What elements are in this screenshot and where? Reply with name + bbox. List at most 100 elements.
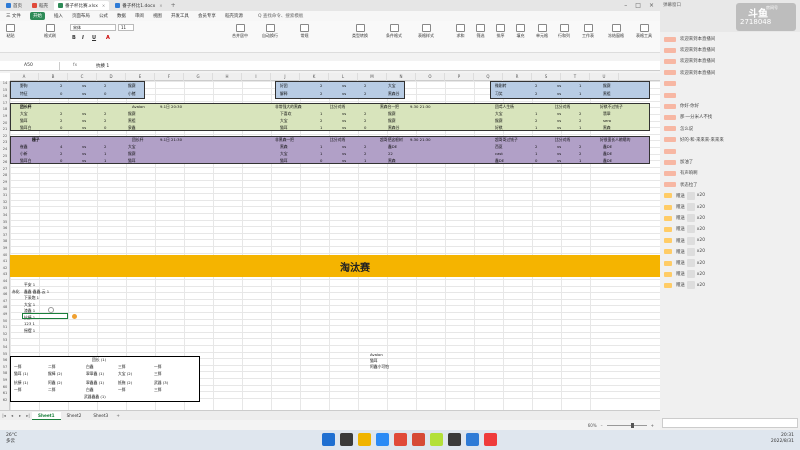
note-line[interactable]: 阿鑫小可怕 [370, 364, 389, 370]
row-header-cell[interactable]: 37 [0, 233, 10, 237]
sum-button[interactable]: 求和 [456, 24, 465, 39]
doc-tab-daoke[interactable]: 稻壳 [28, 1, 52, 10]
bracket-cell[interactable]: 大宝 (2) [118, 371, 132, 377]
match-cell[interactable]: vs [82, 111, 86, 116]
row-header-cell[interactable]: 15 [0, 88, 10, 92]
row-header-cell[interactable]: 17 [0, 101, 10, 105]
row-header-cell[interactable]: 35 [0, 220, 10, 224]
close-icon[interactable]: × [102, 3, 105, 8]
match-cell[interactable]: 2 [320, 91, 322, 96]
player-entry[interactable]: 摇摆 1 [24, 328, 35, 334]
match-cell[interactable]: 22 [388, 151, 393, 156]
match-cell[interactable]: vs [82, 118, 86, 123]
row-header-cell[interactable]: 60 [0, 385, 10, 389]
match-cell[interactable]: 解释 [280, 91, 288, 97]
match-cell[interactable]: 0 [320, 158, 322, 163]
chat-input[interactable] [662, 418, 798, 428]
italic-icon[interactable]: I [82, 35, 84, 41]
doc-tab-home[interactable]: 首页 [2, 1, 26, 10]
block-title[interactable]: 栅子 [32, 137, 40, 143]
row-header-cell[interactable]: 45 [0, 286, 10, 290]
column-header-cell[interactable]: N [387, 73, 416, 81]
row-header-cell[interactable]: 26 [0, 160, 10, 164]
match-cell[interactable]: 大宝 [128, 144, 136, 150]
row-header-cell[interactable]: 14 [0, 81, 10, 85]
add-sheet-icon[interactable]: + [114, 413, 122, 418]
column-header-cell[interactable]: A [10, 73, 39, 81]
match-cell[interactable]: 猴赛 [495, 118, 503, 124]
match-cell[interactable]: 大宝 [280, 118, 288, 124]
bracket-cell[interactable]: 翠翠鑫 (1) [86, 371, 104, 377]
row-header-cell[interactable]: 40 [0, 253, 10, 257]
block-title[interactable]: 比分对线 [555, 104, 570, 110]
bracket-cell[interactable]: 一胖 [154, 364, 162, 370]
column-header-cell[interactable]: J [271, 73, 300, 81]
match-cell[interactable]: 1 [320, 151, 322, 156]
column-header-cell[interactable]: L [329, 73, 358, 81]
match-cell[interactable]: vs [557, 118, 561, 123]
menu-start[interactable]: 开始 [29, 12, 45, 20]
block-title[interactable]: 非常强大的黑森 [275, 104, 302, 110]
bracket-cell[interactable]: 抵拖 (2) [118, 380, 132, 386]
row-header-cell[interactable]: 23 [0, 140, 10, 144]
name-box[interactable]: A50 [0, 61, 60, 70]
column-header-cell[interactable]: S [532, 73, 561, 81]
match-cell[interactable]: vs [342, 83, 346, 88]
bracket-cell[interactable]: 二胖 [48, 364, 56, 370]
match-cell[interactable]: vs [557, 151, 561, 156]
bracket-cell[interactable]: 白鑫 [86, 364, 94, 370]
match-cell[interactable]: vs [82, 125, 86, 130]
row-header-cell[interactable]: 52 [0, 332, 10, 336]
row-header-cell[interactable]: 55 [0, 352, 10, 356]
match-cell[interactable]: 大宝 [388, 83, 396, 89]
row-header-cell[interactable]: 24 [0, 147, 10, 151]
row-header-cell[interactable]: 50 [0, 319, 10, 323]
row-header-cell[interactable]: 38 [0, 239, 10, 243]
match-cell[interactable]: 黑森 [280, 144, 288, 150]
zoom-slider[interactable] [606, 422, 647, 428]
block-title[interactable]: 比分对线 [330, 137, 345, 143]
column-header-cell[interactable]: E [126, 73, 155, 81]
new-tab-icon[interactable]: + [171, 2, 176, 9]
bracket-cell[interactable]: 白鑫 [86, 387, 94, 393]
fill-button[interactable]: 填充 [516, 24, 525, 39]
match-cell[interactable]: 2 [60, 111, 62, 116]
match-cell[interactable]: 大宝 [20, 111, 28, 117]
row-header-cell[interactable]: 59 [0, 378, 10, 382]
fx-icon[interactable]: fx [60, 63, 90, 68]
row-header-cell[interactable]: 44 [0, 279, 10, 283]
column-header-cell[interactable]: O [416, 73, 445, 81]
maximize-icon[interactable]: □ [635, 2, 641, 9]
match-cell[interactable]: vs [557, 83, 561, 88]
match-cell[interactable]: 1 [535, 151, 537, 156]
match-cell[interactable]: 微刚转 [495, 83, 506, 89]
match-cell[interactable]: 2 [579, 118, 581, 123]
match-cell[interactable]: 4 [60, 144, 62, 149]
menu-file[interactable]: 三 文件 [6, 13, 21, 19]
match-cell[interactable]: vs [342, 144, 346, 149]
row-header-cell[interactable]: 19 [0, 114, 10, 118]
match-cell[interactable]: 2 [104, 144, 106, 149]
match-cell[interactable]: 下喜欢 [280, 111, 291, 117]
match-cell[interactable]: vs [557, 111, 561, 116]
type-convert-button[interactable]: 类型转换 [352, 24, 368, 39]
match-cell[interactable]: 猴赛 [128, 151, 136, 157]
taskbar-app-icon[interactable] [412, 433, 425, 446]
wrap-text-button[interactable]: 自动换行 [262, 24, 278, 39]
match-cell[interactable]: 1 [104, 151, 106, 156]
match-cell[interactable]: 猫耳白 [20, 158, 31, 164]
match-cell[interactable]: vs [82, 144, 86, 149]
column-header-cell[interactable]: R [503, 73, 532, 81]
row-header-cell[interactable]: 33 [0, 206, 10, 210]
match-cell[interactable]: 1 [320, 144, 322, 149]
match-cell[interactable]: vs [557, 158, 561, 163]
block-title[interactable]: Avalon [132, 104, 145, 109]
bracket-cell[interactable]: 抗揍 (1) [14, 380, 28, 386]
merge-center-button[interactable]: 合并居中 [232, 24, 248, 39]
row-header-cell[interactable]: 18 [0, 107, 10, 111]
column-header-cell[interactable]: U [590, 73, 619, 81]
match-cell[interactable]: 猴赛 [388, 111, 396, 117]
block-title[interactable]: 非黑森一把 [275, 137, 294, 143]
block-title[interactable]: 团长杯 [132, 137, 143, 143]
bracket-cell[interactable]: 武器 (3) [154, 380, 168, 386]
